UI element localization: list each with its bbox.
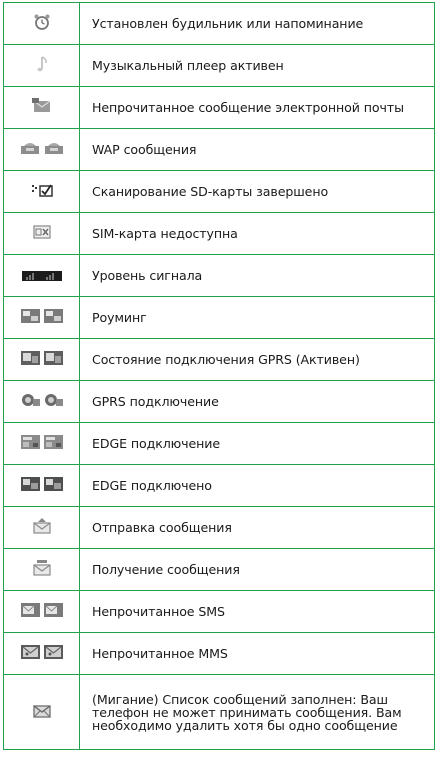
unread-email-icon [31,97,52,114]
description-cell: Непрочитанное SMS [79,590,435,633]
description-cell: Уровень сигнала [79,254,435,297]
table-row: EDGE подключение [3,422,435,465]
table-row: Непрочитанное сообщение электронной почт… [3,86,435,129]
table-row: Непрочитанное MMS [3,632,435,675]
table-row: Состояние подключения GPRS (Активен) [3,338,435,381]
icon-cell [3,506,80,549]
icon-cell [3,632,80,675]
table-row: (Мигание) Список сообщений заполнен: Ваш… [3,674,435,750]
table-row: Уровень сигнала [3,254,435,297]
sim-unavailable-icon [32,225,51,239]
icon-cell [3,296,80,339]
icon-cell [3,212,80,255]
table-row: Музыкальный плеер активен [3,44,435,87]
unread-mms-icon [43,645,63,659]
table-row: Получение сообщения [3,548,435,591]
description-cell: Отправка сообщения [79,506,435,549]
roaming-icon [43,309,63,323]
description-cell: Музыкальный плеер активен [79,44,435,87]
description-cell: Состояние подключения GPRS (Активен) [79,338,435,381]
music-note-icon [34,55,50,73]
description-cell: Непрочитанное MMS [79,632,435,675]
description-cell: EDGE подключение [79,422,435,465]
wap-message-icon [20,141,40,155]
table-row: Роуминг [3,296,435,339]
edge-connected-icon [20,477,40,491]
icon-cell [3,128,80,171]
gprs-active-icon [20,351,40,365]
icon-cell [3,338,80,381]
unread-sms-icon [20,603,40,617]
edge-connected-icon [43,477,63,491]
description-cell: Установлен будильник или напоминание [79,2,435,45]
wap-message-icon [44,141,64,155]
icon-cell [3,422,80,465]
icon-cell [3,2,80,45]
gprs-connection-icon [44,393,63,407]
table-row: Непрочитанное SMS [3,590,435,633]
table-row: EDGE подключено [3,464,435,507]
edge-connection-icon [43,435,63,449]
edge-connection-icon [20,435,40,449]
gprs-connection-icon [21,393,40,407]
unread-mms-icon [20,645,40,659]
icon-cell [3,590,80,633]
status-icons-table: Установлен будильник или напоминание Муз… [3,2,435,750]
icon-cell [3,674,80,750]
description-cell: Роуминг [79,296,435,339]
gprs-active-icon [43,351,63,365]
icon-cell [3,548,80,591]
icon-cell [3,170,80,213]
description-cell: (Мигание) Список сообщений заполнен: Ваш… [79,674,435,750]
table-row: WAP сообщения [3,128,435,171]
sd-scan-done-icon [31,183,53,197]
table-row: Установлен будильник или напоминание [3,2,435,45]
message-list-full-icon [32,704,51,718]
receiving-message-icon [32,559,51,576]
table-row: SIM-карта недоступна [3,212,435,255]
icon-cell [3,86,80,129]
alarm-clock-icon [33,13,51,31]
description-cell: EDGE подключено [79,464,435,507]
description-cell: WAP сообщения [79,128,435,171]
description-cell: GPRS подключение [79,380,435,423]
description-cell: Непрочитанное сообщение электронной почт… [79,86,435,129]
table-row: Сканирование SD-карты завершено [3,170,435,213]
icon-cell [3,44,80,87]
icon-cell [3,464,80,507]
description-cell: Получение сообщения [79,548,435,591]
icon-cell [3,380,80,423]
signal-level-icon [21,271,62,281]
table-row: GPRS подключение [3,380,435,423]
roaming-icon [20,309,40,323]
unread-sms-icon [43,603,63,617]
sending-message-icon [32,517,51,534]
table-row: Отправка сообщения [3,506,435,549]
description-cell: Сканирование SD-карты завершено [79,170,435,213]
icon-cell [3,254,80,297]
description-cell: SIM-карта недоступна [79,212,435,255]
